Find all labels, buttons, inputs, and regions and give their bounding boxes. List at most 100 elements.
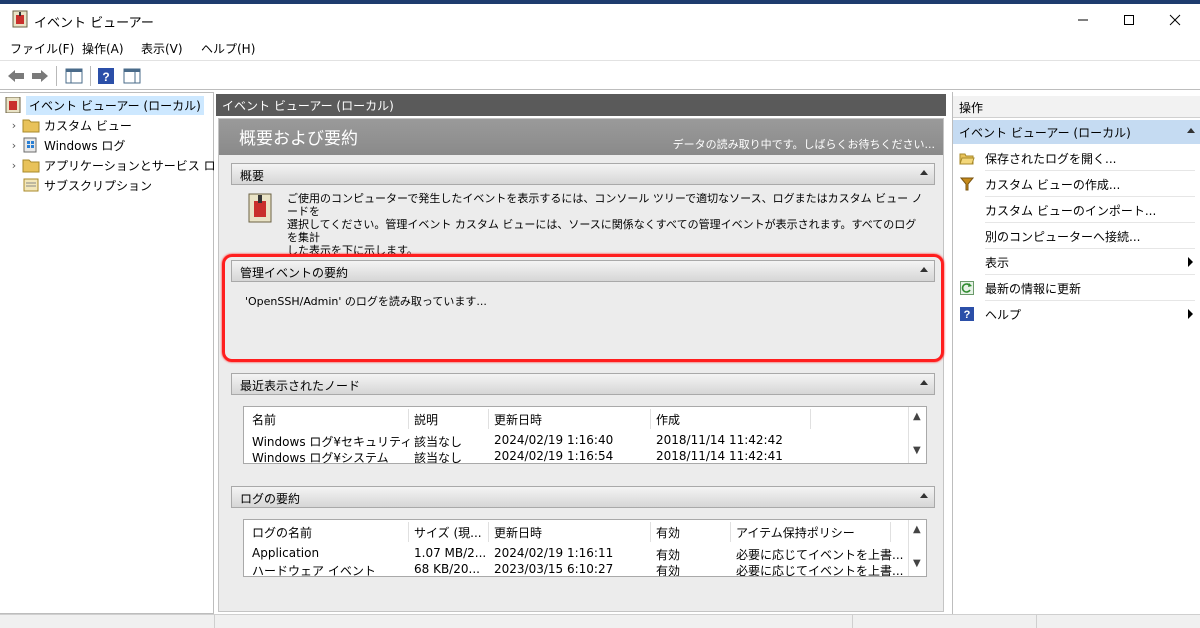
tree-item-label: アプリケーションとサービス ログ — [44, 158, 228, 173]
table-cell[interactable]: 2024/02/19 1:16:11 — [494, 546, 613, 560]
column-divider[interactable] — [730, 522, 731, 542]
log-summary-section-header[interactable]: ログの要約 — [231, 486, 935, 508]
overview-band: 概要および要約 データの読み取り中です。しばらくお待ちください... — [219, 119, 943, 155]
maximize-button[interactable] — [1106, 4, 1152, 36]
tree-item-windows-logs[interactable]: › Windows ログ — [6, 135, 125, 155]
table-cell[interactable]: Windows ログ¥システム — [252, 449, 389, 463]
forward-button[interactable] — [30, 66, 50, 86]
column-header[interactable]: 更新日時 — [494, 524, 542, 541]
close-button[interactable] — [1152, 4, 1198, 36]
action-view[interactable]: 表示 — [953, 249, 1200, 275]
column-header[interactable]: サイズ (現... — [414, 524, 482, 541]
column-header[interactable]: 名前 — [252, 411, 276, 428]
menu-file[interactable]: ファイル(F) — [10, 40, 74, 57]
collapse-arrow-icon[interactable] — [920, 170, 928, 175]
action-import-custom-view[interactable]: カスタム ビューのインポート... — [953, 197, 1200, 223]
minimize-button[interactable] — [1060, 4, 1106, 36]
log-summary-section-body: ログの名前 サイズ (現... 更新日時 有効 アイテム保持ポリシー Appli… — [231, 509, 935, 609]
menu-help[interactable]: ヘルプ(H) — [201, 40, 255, 57]
tree-item-root[interactable]: イベント ビューアー (ローカル) — [4, 95, 204, 115]
admin-events-section-header[interactable]: 管理イベントの要約 — [231, 260, 935, 282]
expand-chevron-icon[interactable]: › — [6, 119, 22, 132]
action-label: 表示 — [985, 255, 1010, 270]
table-cell[interactable]: Windows ログ¥セキュリティ — [252, 433, 412, 450]
column-divider[interactable] — [810, 409, 811, 429]
action-refresh[interactable]: 最新の情報に更新 — [953, 275, 1200, 301]
table-cell[interactable]: 必要に応じてイベントを上書... — [736, 562, 903, 576]
table-cell[interactable]: 2018/11/14 11:42:41 — [656, 449, 783, 463]
help-button[interactable]: ? — [96, 66, 116, 86]
admin-events-section-body: 'OpenSSH/Admin' のログを読み取っています... — [231, 283, 935, 355]
vertical-scrollbar[interactable]: ▲ ▼ — [908, 520, 926, 576]
refresh-icon — [959, 280, 975, 296]
menu-action[interactable]: 操作(A) — [82, 40, 124, 57]
table-cell[interactable]: 2024/02/19 1:16:40 — [494, 433, 613, 447]
table-cell[interactable]: ハードウェア イベント — [252, 562, 376, 576]
action-label: 保存されたログを開く... — [985, 151, 1117, 166]
submenu-arrow-icon — [1188, 309, 1193, 319]
table-cell[interactable]: 有効 — [656, 562, 680, 576]
column-header[interactable]: 作成 — [656, 411, 680, 428]
column-header[interactable]: 説明 — [414, 411, 438, 428]
tree-item-label: イベント ビューアー (ローカル) — [26, 95, 204, 115]
expand-chevron-icon[interactable]: › — [6, 159, 22, 172]
action-create-custom-view[interactable]: カスタム ビューの作成... — [953, 171, 1200, 197]
actions-section-header[interactable]: イベント ビューアー (ローカル) — [953, 120, 1200, 144]
table-cell[interactable]: Application — [252, 546, 319, 560]
show-hide-tree-button[interactable] — [64, 66, 84, 86]
action-open-saved-log[interactable]: 保存されたログを開く... — [953, 145, 1200, 171]
column-divider[interactable] — [488, 522, 489, 542]
tree-item-app-service-logs[interactable]: › アプリケーションとサービス ログ — [6, 155, 228, 175]
table-cell[interactable]: 該当なし — [414, 449, 462, 463]
table-cell[interactable]: 該当なし — [414, 433, 462, 450]
status-bar — [0, 614, 1200, 628]
expand-chevron-icon[interactable]: › — [6, 139, 22, 152]
column-divider[interactable] — [650, 409, 651, 429]
scroll-up-icon[interactable]: ▲ — [913, 524, 921, 535]
column-header[interactable]: 有効 — [656, 524, 680, 541]
table-cell[interactable]: 1.07 MB/2... — [414, 546, 486, 560]
column-divider[interactable] — [890, 522, 891, 542]
collapse-arrow-icon[interactable] — [920, 493, 928, 498]
table-cell[interactable]: 2023/03/15 6:10:27 — [494, 562, 613, 576]
table-cell[interactable]: 2024/02/19 1:16:54 — [494, 449, 613, 463]
table-cell[interactable]: 2018/11/14 11:42:42 — [656, 433, 783, 447]
recent-nodes-table: 名前 説明 更新日時 作成 Windows ログ¥セキュリティ 該当なし 202… — [243, 406, 927, 464]
column-divider[interactable] — [408, 522, 409, 542]
vertical-scrollbar[interactable]: ▲ ▼ — [908, 407, 926, 463]
menu-view[interactable]: 表示(V) — [141, 40, 183, 57]
tree-item-custom-views[interactable]: › カスタム ビュー — [6, 115, 132, 135]
actions-pane: 操作 イベント ビューアー (ローカル) 保存されたログを開く... カスタム … — [952, 92, 1200, 614]
table-cell[interactable]: 68 KB/20... — [414, 562, 480, 576]
column-divider[interactable] — [650, 522, 651, 542]
scroll-down-icon[interactable]: ▼ — [913, 558, 921, 569]
folder-open-icon — [959, 150, 975, 166]
column-header[interactable]: ログの名前 — [252, 524, 312, 541]
table-cell[interactable]: 有効 — [656, 546, 680, 563]
action-pane-icon — [123, 68, 141, 84]
scroll-down-icon[interactable]: ▼ — [913, 445, 921, 456]
table-cell[interactable]: 必要に応じてイベントを上書... — [736, 546, 903, 563]
action-help[interactable]: ? ヘルプ — [953, 301, 1200, 327]
scroll-up-icon[interactable]: ▲ — [913, 411, 921, 422]
recent-nodes-section-header[interactable]: 最近表示されたノード — [231, 373, 935, 395]
column-header[interactable]: アイテム保持ポリシー — [736, 524, 855, 541]
section-title: 最近表示されたノード — [240, 379, 361, 393]
collapse-arrow-icon[interactable] — [920, 380, 928, 385]
actions-header: 操作 — [953, 96, 1200, 118]
window-title: イベント ビューアー — [34, 16, 154, 31]
tree-item-subscriptions[interactable]: サブスクリプション — [22, 175, 152, 195]
column-header[interactable]: 更新日時 — [494, 411, 542, 428]
overview-description: ご使用のコンピューターで発生したイベントを表示するには、コンソール ツリーで適切… — [287, 192, 923, 257]
toolbar-separator — [90, 66, 91, 86]
collapse-arrow-icon[interactable] — [920, 267, 928, 272]
show-hide-action-pane-button[interactable] — [122, 66, 142, 86]
collapse-arrow-icon[interactable] — [1187, 128, 1195, 133]
action-connect-other-computer[interactable]: 別のコンピューターへ接続... — [953, 223, 1200, 249]
column-divider[interactable] — [408, 409, 409, 429]
action-label: ヘルプ — [985, 307, 1022, 322]
column-divider[interactable] — [488, 409, 489, 429]
overview-section-header[interactable]: 概要 — [231, 163, 935, 185]
back-button[interactable] — [6, 66, 26, 86]
section-title: 管理イベントの要約 — [240, 266, 349, 280]
